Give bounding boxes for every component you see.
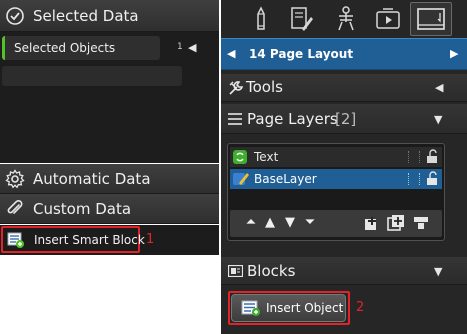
chevron-left-icon[interactable]: ◀ — [435, 81, 443, 94]
blocks-icon — [228, 265, 243, 277]
custom-data-header[interactable]: Custom Data — [0, 194, 219, 224]
drag-handle-icon[interactable] — [408, 151, 420, 163]
layer-name-text: Text — [254, 150, 279, 164]
document-edit-icon[interactable] — [285, 5, 317, 33]
move-to-top-icon[interactable]: ⏶ — [243, 213, 259, 233]
drag-handle-icon[interactable] — [408, 173, 420, 185]
base-layer-icon — [233, 173, 249, 185]
layer-options-icon[interactable] — [413, 215, 429, 231]
selected-objects-row[interactable]: Selected Objects — [2, 36, 160, 60]
layer-name-baselayer: BaseLayer — [254, 172, 317, 186]
insert-object-label: Insert Object — [266, 301, 344, 315]
blocks-title: Blocks — [247, 262, 296, 280]
next-arrow-icon[interactable]: ▶ — [450, 47, 458, 60]
duplicate-layer-icon[interactable] — [387, 213, 407, 233]
pencil-icon[interactable] — [245, 5, 277, 33]
callout-number-2: 2 — [356, 300, 365, 315]
insert-smart-block-label: Insert Smart Block — [34, 233, 145, 247]
media-icon[interactable] — [372, 5, 404, 33]
unlock-icon[interactable] — [426, 171, 438, 186]
selected-data-title: Selected Data — [33, 7, 139, 25]
insert-smart-block-button[interactable]: Insert Smart Block — [1, 226, 145, 253]
selected-data-header[interactable]: Selected Data — [0, 0, 219, 32]
previous-arrow-icon[interactable]: ◀ — [227, 47, 235, 60]
text-layer-icon — [233, 150, 247, 164]
move-up-icon[interactable]: ▲ — [262, 213, 278, 233]
smart-block-icon — [7, 232, 24, 248]
move-down-icon[interactable]: ▼ — [282, 213, 298, 233]
presenter-icon[interactable] — [330, 5, 362, 33]
custom-data-title: Custom Data — [33, 200, 132, 218]
page-layout-label: 14 Page Layout — [249, 47, 354, 61]
chevron-down-icon[interactable]: ▼ — [434, 113, 442, 126]
page-layers-header[interactable]: Page Layers [2] ▼ — [221, 104, 467, 134]
empty-data-row — [2, 66, 182, 86]
automatic-data-title: Automatic Data — [33, 170, 151, 188]
page-layers-count: [2] — [335, 110, 357, 128]
page-layout-tab[interactable] — [410, 2, 452, 36]
chevron-down-icon[interactable]: ▼ — [434, 265, 442, 278]
wrench-icon — [229, 81, 244, 95]
automatic-data-header[interactable]: Automatic Data — [0, 164, 219, 194]
add-layer-icon[interactable] — [364, 215, 380, 231]
page-layout-bar[interactable]: ◀ 14 Page Layout ▶ — [221, 38, 467, 70]
layer-row-text[interactable]: Text — [230, 147, 442, 167]
list-icon — [228, 113, 242, 125]
selected-objects-count: 1 — [177, 42, 183, 52]
layer-row-baselayer[interactable]: BaseLayer — [230, 169, 442, 189]
selected-objects-label: Selected Objects — [14, 41, 116, 55]
insert-object-icon — [241, 300, 260, 316]
insert-object-button[interactable]: Insert Object — [231, 294, 346, 322]
page-layers-title: Page Layers — [247, 110, 338, 128]
callout-number-1: 1 — [146, 232, 155, 247]
page-layout-icon — [417, 8, 445, 30]
blocks-header[interactable]: Blocks ▼ — [221, 257, 467, 285]
move-to-bottom-icon[interactable]: ⏷ — [302, 213, 318, 233]
paperclip-icon — [7, 200, 23, 214]
chevron-left-icon[interactable]: ◀ — [188, 41, 196, 54]
tools-title: Tools — [246, 78, 283, 96]
check-circle-icon — [6, 7, 24, 25]
unlock-icon[interactable] — [426, 149, 438, 164]
tools-header[interactable]: Tools ◀ — [221, 74, 467, 102]
gear-icon — [5, 169, 25, 189]
